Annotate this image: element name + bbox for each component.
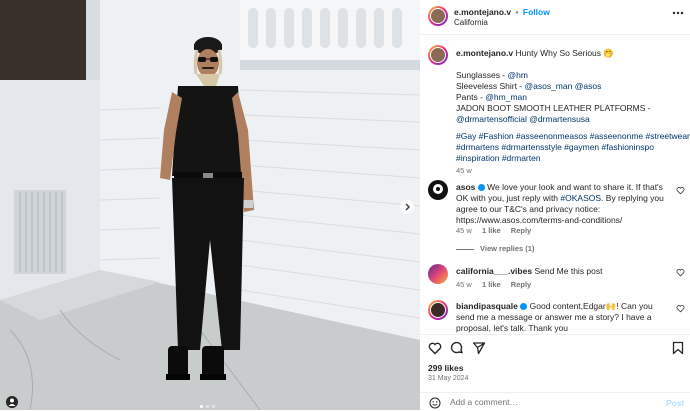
post-side-panel: e.montejano.v • Follow California e.mont… (420, 0, 690, 410)
asos-avatar[interactable] (428, 180, 448, 200)
header-separator: • (515, 7, 519, 17)
biandipasquale-avatar[interactable] (428, 300, 448, 320)
comment-username[interactable]: asos (456, 182, 475, 192)
biandipasquale-comment-text: biandipasquale Good content,Edgar🙌! Can … (456, 301, 666, 334)
caption-line-boots: JADON BOOT SMOOTH LEATHER PLATFORMS - (456, 103, 651, 113)
share-icon[interactable] (472, 341, 486, 355)
comment-username[interactable]: biandipasquale (456, 301, 518, 311)
view-replies-label[interactable]: View replies (1) (480, 244, 534, 253)
author-username[interactable]: e.montejano.v (454, 7, 511, 17)
post-comment-button[interactable]: Post (666, 398, 684, 408)
tagged-users-button[interactable] (6, 396, 18, 408)
chevron-right-icon (405, 203, 411, 211)
comment-age: 45 w (456, 280, 472, 289)
replies-divider (456, 248, 474, 250)
bookmark-icon[interactable] (672, 341, 684, 355)
carousel-dots (200, 405, 215, 408)
emoji-icon[interactable] (429, 397, 441, 409)
comment-likes[interactable]: 1 like (482, 280, 501, 289)
california-vibes-avatar[interactable] (428, 264, 448, 284)
caption-hashtags-1[interactable]: #Gay #Fashion #asseenonmeasos #asseenonm… (456, 131, 690, 142)
caption-hashtags-2[interactable]: #drmartens #drmartensstyle #gaymen #fash… (456, 142, 654, 153)
more-options-button[interactable] (672, 11, 684, 15)
caption-drmartens-mentions[interactable]: @drmartensofficial @drmartensusa (456, 114, 590, 125)
verified-badge-icon (477, 184, 485, 191)
post-actions: 299 likes 31 May 2024 (420, 334, 690, 387)
next-image-button[interactable] (400, 200, 414, 214)
caption-avatar[interactable] (428, 45, 448, 65)
add-comment-bar: Post (420, 392, 690, 411)
caption-title: Hunty Why So Serious (515, 48, 602, 58)
header-user-line: e.montejano.v • Follow (454, 7, 550, 17)
comment-likes[interactable]: 1 like (482, 226, 501, 235)
comment-username[interactable]: california___.vibes (456, 266, 532, 276)
caption-line-pants: Pants - @hm_man (456, 92, 527, 103)
california-vibes-comment-text: california___.vibes Send Me this post (456, 266, 666, 277)
more-dots-icon (672, 11, 684, 15)
comment-input[interactable] (450, 396, 650, 408)
post-date: 31 May 2024 (428, 375, 469, 382)
person-icon (8, 398, 16, 406)
caption-emoji: 🤭 (603, 48, 615, 58)
asos-comment-text: asos We love your look and want to share… (456, 182, 666, 226)
post-image (0, 0, 420, 410)
author-avatar[interactable] (428, 6, 448, 26)
hashtag-okasos[interactable]: #OKASOS (560, 193, 601, 203)
caption-line-shirt: Sleeveless Shirt - @asos_man @asos (456, 81, 601, 92)
post-header: e.montejano.v • Follow California (420, 0, 690, 35)
comment-asos: asos We love your look and want to share… (420, 176, 690, 256)
follow-button[interactable]: Follow (523, 7, 550, 17)
like-comment-icon[interactable] (676, 268, 685, 277)
post-photo (0, 0, 420, 410)
post-caption: e.montejano.v Hunty Why So Serious 🤭 Sun… (420, 34, 690, 175)
caption-hashtags-3[interactable]: #inspiration #drmarten (456, 153, 541, 164)
mention-hm-man[interactable]: @hm_man (485, 92, 527, 102)
reply-button[interactable]: Reply (511, 280, 531, 289)
mention-hm[interactable]: @hm (508, 70, 528, 80)
likes-count[interactable]: 299 likes (428, 363, 463, 373)
like-comment-icon[interactable] (676, 186, 685, 195)
caption-title-line: e.montejano.v Hunty Why So Serious 🤭 (456, 48, 614, 59)
comment-body: Send Me this post (534, 266, 603, 276)
caption-line-sunglasses: Sunglasses - @hm (456, 70, 528, 81)
caption-label: Pants - (456, 92, 486, 102)
carousel-dot (206, 405, 209, 408)
post-location[interactable]: California (454, 18, 488, 27)
carousel-dot (212, 405, 215, 408)
caption-age: 45 w (456, 166, 472, 175)
caption-label: Sleeveless Shirt - (456, 81, 525, 91)
mention-asos[interactable]: @asos (575, 81, 602, 91)
comment-age: 45 w (456, 226, 472, 235)
comment-meta: 45 w 1 like Reply (456, 280, 539, 289)
carousel-dot-active (200, 405, 203, 408)
comment-biandipasquale: biandipasquale Good content,Edgar🙌! Can … (420, 296, 690, 334)
comment-california-vibes: california___.vibes Send Me this post 45… (420, 262, 690, 292)
caption-label: Sunglasses - (456, 70, 508, 80)
view-replies-button[interactable]: View replies (1) (456, 244, 534, 253)
verified-badge-icon (520, 303, 528, 310)
caption-username[interactable]: e.montejano.v (456, 48, 513, 58)
like-comment-icon[interactable] (676, 304, 685, 313)
reply-button[interactable]: Reply (511, 226, 531, 235)
comment-icon[interactable] (450, 341, 464, 355)
comment-meta: 45 w 1 like Reply (456, 226, 539, 235)
mention-asos-man[interactable]: @asos_man (525, 81, 573, 91)
like-icon[interactable] (428, 341, 442, 355)
